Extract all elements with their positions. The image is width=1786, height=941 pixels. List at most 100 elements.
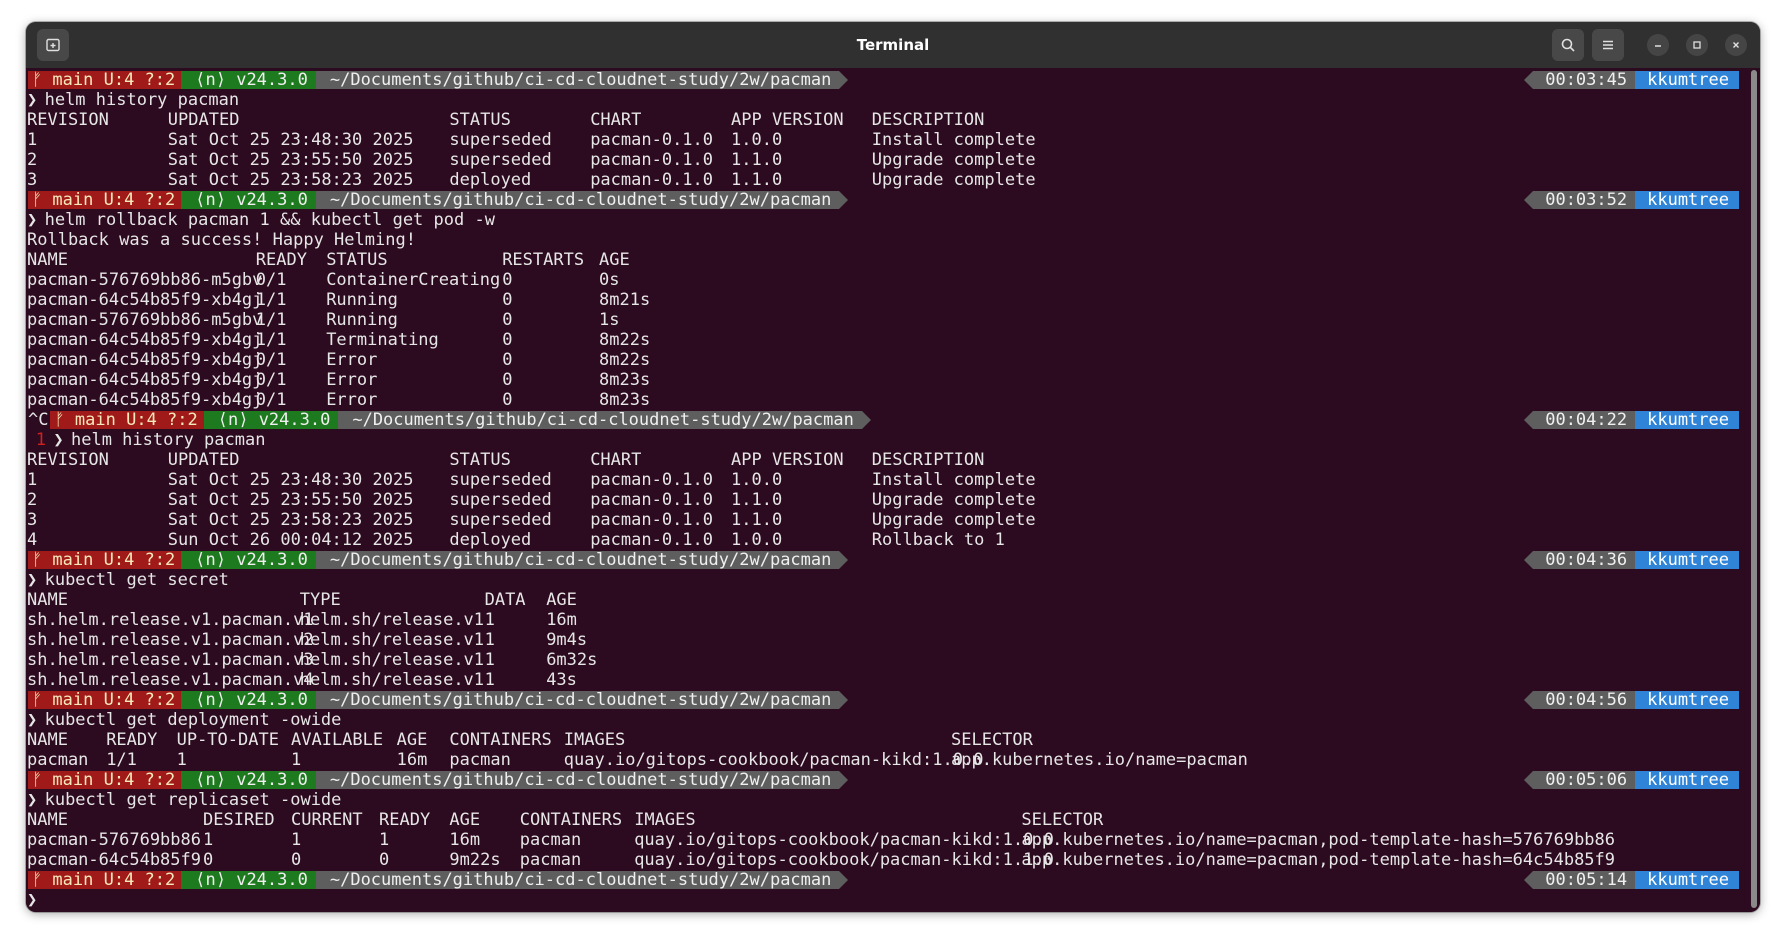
table-cell: 1.1.0 bbox=[731, 170, 783, 190]
table-cell: 4 bbox=[27, 530, 38, 550]
prompt-left-segments: ᚠ main U:4 ?:2 ⟨n⟩ v24.3.0 ~/Documents/git… bbox=[28, 70, 849, 90]
command-duration-segment: 00:05:14 bbox=[1533, 871, 1636, 889]
table-cell: Upgrade complete bbox=[871, 490, 1036, 510]
table-cell: superseded bbox=[449, 150, 552, 170]
command-line: ❯ kubectl get replicaset -owide bbox=[27, 790, 1757, 810]
replicasets-table-header: NAME DESIRED CURRENT READY AGE CONTAINERS IMAG… bbox=[27, 810, 1757, 830]
user-segment: kkumtree bbox=[1635, 71, 1739, 89]
table-cell: sh.helm.release.v1.pacman.v2 bbox=[27, 630, 314, 650]
column-header: DESCRIPTION bbox=[871, 450, 985, 470]
table-cell: 0 bbox=[379, 850, 390, 870]
prompt-symbol: ❯ bbox=[27, 710, 38, 730]
prompt-left-segments: ^C ᚠ main U:4 ?:2 ⟨n⟩ v24.3.0 ~/Documents/g… bbox=[28, 410, 871, 430]
table-cell: 1 bbox=[291, 750, 302, 770]
git-branch-segment: ᚠ main U:4 ?:2 bbox=[28, 71, 191, 89]
command-line: ❯ kubectl get deployment -owide bbox=[27, 710, 1757, 730]
column-header: DATA bbox=[484, 590, 526, 610]
table-cell: 16m bbox=[546, 610, 577, 630]
prompt-right-segments: 00:05:06 kkumtree bbox=[1524, 770, 1739, 790]
table-cell: helm.sh/release.v1 bbox=[299, 650, 485, 670]
column-header: STATUS bbox=[326, 250, 388, 270]
table-cell: 1.0.0 bbox=[731, 470, 783, 490]
table-cell: 8m22s bbox=[599, 330, 651, 350]
table-cell: 0 bbox=[203, 850, 214, 870]
table-cell: 1 bbox=[484, 610, 495, 630]
table-cell: 1.1.0 bbox=[731, 510, 783, 530]
terminal-output[interactable]: ᚠ main U:4 ?:2 ⟨n⟩ v24.3.0 ~/Documents/git… bbox=[26, 68, 1760, 912]
column-header: CONTAINERS bbox=[449, 730, 552, 750]
powerline-separator bbox=[839, 771, 849, 789]
pods-table-header: NAME READY STATUS RESTARTS AGE bbox=[27, 250, 1757, 270]
table-cell: helm.sh/release.v1 bbox=[299, 670, 485, 690]
column-header: STATUS bbox=[449, 110, 511, 130]
table-cell: 1s bbox=[599, 310, 620, 330]
table-cell: pacman-576769bb86-m5gbv bbox=[27, 270, 263, 290]
table-cell: 3 bbox=[27, 170, 38, 190]
rollback-message: Rollback was a success! Happy Helming! bbox=[27, 230, 1757, 250]
table-cell: Upgrade complete bbox=[871, 170, 1036, 190]
column-header: AGE bbox=[546, 590, 577, 610]
table-cell: 1.1.0 bbox=[731, 150, 783, 170]
column-header: TYPE bbox=[299, 590, 341, 610]
table-cell: 0 bbox=[502, 290, 513, 310]
table-cell: 8m22s bbox=[599, 350, 651, 370]
table-cell: 1.0.0 bbox=[731, 530, 783, 550]
minimize-icon bbox=[1655, 45, 1661, 47]
column-header: APP VERSION bbox=[731, 450, 844, 470]
powerline-separator bbox=[1524, 551, 1534, 569]
table-cell: app.kubernetes.io/name=pacman bbox=[951, 750, 1248, 770]
table-cell: 9m4s bbox=[546, 630, 588, 650]
table-cell: 0 bbox=[502, 370, 513, 390]
user-segment: kkumtree bbox=[1635, 691, 1739, 709]
powerline-separator bbox=[861, 411, 871, 429]
column-header: NAME bbox=[27, 730, 68, 750]
table-cell: sh.helm.release.v1.pacman.v3 bbox=[27, 650, 314, 670]
powerline-separator bbox=[839, 71, 849, 89]
pods-table-row: pacman-64c54b85f9-xb4gj 1/1 Terminating 0 8m… bbox=[27, 330, 1757, 350]
pods-table-row: pacman-576769bb86-m5gbv 1/1 Running 0 1s bbox=[27, 310, 1757, 330]
command-line: ❯ kubectl get secret bbox=[27, 570, 1757, 590]
minimize-button[interactable] bbox=[1647, 34, 1669, 56]
cwd-path-segment: ~/Documents/github/ci-cd-cloudnet-study/… bbox=[315, 691, 849, 709]
table-cell: 0/1 bbox=[255, 390, 287, 410]
git-branch-segment: ᚠ main U:4 ?:2 bbox=[28, 871, 191, 889]
interrupt-indicator: ^C bbox=[28, 410, 49, 430]
prompt-left-segments: ᚠ main U:4 ?:2 ⟨n⟩ v24.3.0 ~/Documents/git… bbox=[28, 770, 849, 790]
prompt-status-line: ᚠ main U:4 ?:2 ⟨n⟩ v24.3.0 ~/Documents/git… bbox=[27, 190, 1757, 210]
table-cell: Upgrade complete bbox=[871, 150, 1036, 170]
table-cell: sh.helm.release.v1.pacman.v1 bbox=[27, 610, 314, 630]
command-duration-segment: 00:04:22 bbox=[1533, 411, 1636, 429]
search-button[interactable] bbox=[1552, 29, 1584, 61]
exit-code: 1 bbox=[35, 430, 47, 450]
table-cell: 1 bbox=[27, 130, 38, 150]
node-version-segment: ⟨n⟩ v24.3.0 bbox=[181, 871, 325, 889]
prompt-left-segments: ᚠ main U:4 ?:2 ⟨n⟩ v24.3.0 ~/Documents/git… bbox=[28, 190, 849, 210]
table-cell: pacman-0.1.0 bbox=[590, 530, 714, 550]
helm-history-row: 1 Sat Oct 25 23:48:30 2025 superseded pacma… bbox=[27, 130, 1757, 150]
helm-history-header: REVISION UPDATED STATUS CHART APP VERSION DES… bbox=[27, 110, 1757, 130]
deployments-table-row: pacman 1/1 1 1 16m pacman quay.io/gitops-cookb… bbox=[27, 750, 1757, 770]
powerline-separator bbox=[839, 871, 849, 889]
table-cell: pacman-576769bb86-m5gbv bbox=[27, 310, 263, 330]
helm-history-row: 1 Sat Oct 25 23:48:30 2025 superseded pacma… bbox=[27, 470, 1757, 490]
menu-button[interactable] bbox=[1592, 29, 1624, 61]
helm-history-row: 3 Sat Oct 25 23:58:23 2025 superseded pacma… bbox=[27, 510, 1757, 530]
table-cell: pacman bbox=[27, 750, 89, 770]
table-cell: Running bbox=[326, 310, 398, 330]
node-version-segment: ⟨n⟩ v24.3.0 bbox=[181, 551, 325, 569]
column-header: AGE bbox=[449, 810, 481, 830]
table-cell: app.kubernetes.io/name=pacman,pod-templa… bbox=[1021, 830, 1616, 850]
table-cell: 1/1 bbox=[255, 290, 287, 310]
close-button[interactable] bbox=[1725, 34, 1747, 56]
table-cell: 0 bbox=[502, 390, 513, 410]
column-header: REVISION bbox=[27, 450, 109, 470]
maximize-button[interactable] bbox=[1686, 34, 1708, 56]
table-cell: 0/1 bbox=[255, 350, 287, 370]
table-cell: 16m bbox=[396, 750, 428, 770]
column-header: CONTAINERS bbox=[519, 810, 623, 830]
node-version-segment: ⟨n⟩ v24.3.0 bbox=[181, 771, 325, 789]
table-cell: 6m32s bbox=[546, 650, 598, 670]
command-line: ❯ helm rollback pacman 1 && kubectl get p… bbox=[27, 210, 1757, 230]
helm-history-header: REVISION UPDATED STATUS CHART APP VERSION DES… bbox=[27, 450, 1757, 470]
table-cell: pacman-0.1.0 bbox=[590, 470, 714, 490]
